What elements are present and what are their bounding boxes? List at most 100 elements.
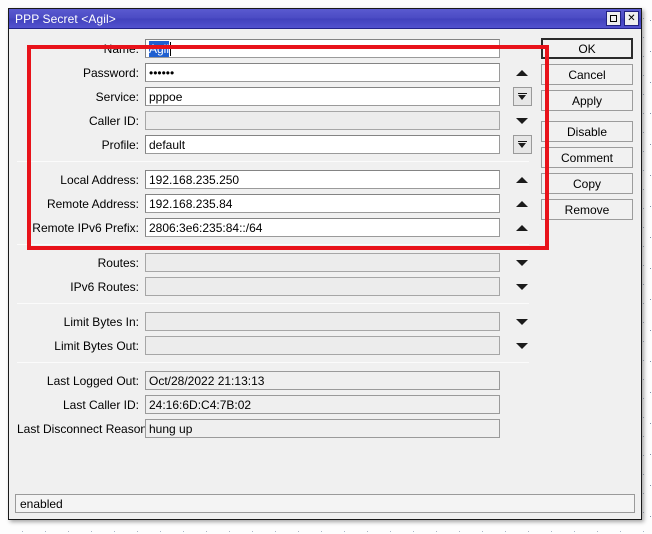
- remove-button[interactable]: Remove: [541, 199, 633, 220]
- field-last-caller-id-wrap: 24:16:6D:C4:7B:02: [145, 395, 500, 414]
- group-limits: Limit Bytes In: Limit Bytes Out:: [9, 311, 537, 356]
- service-dropdown-button[interactable]: [507, 87, 537, 106]
- desktop-background: PPP Secret <Agil> ✕ Name: Agil Password:…: [0, 0, 652, 534]
- row-service: Service: pppoe: [9, 86, 537, 107]
- label-local-address: Local Address:: [60, 172, 139, 187]
- local-address-expand-button[interactable]: [507, 170, 537, 189]
- label-service: Service:: [95, 89, 139, 104]
- cancel-button[interactable]: Cancel: [541, 64, 633, 85]
- field-ipv6-routes-wrap: [145, 277, 537, 296]
- label-remote-ipv6-prefix: Remote IPv6 Prefix:: [32, 220, 139, 235]
- status-bar: enabled: [15, 494, 635, 513]
- separator: [17, 161, 529, 162]
- last-logged-out-value: Oct/28/2022 21:13:13: [145, 371, 500, 390]
- row-limit-bytes-in: Limit Bytes In:: [9, 311, 537, 332]
- label-remote-address: Remote Address:: [46, 196, 139, 211]
- limit-bytes-in-collapse-button[interactable]: [507, 312, 537, 331]
- routes-input[interactable]: [145, 253, 500, 272]
- text-caret: [170, 41, 172, 56]
- status-text: enabled: [20, 496, 63, 511]
- separator: [17, 303, 529, 304]
- dialog-client-area: Name: Agil Password: •••••• Service: ppp…: [9, 29, 641, 519]
- remote-address-expand-button[interactable]: [507, 194, 537, 213]
- row-limit-bytes-out: Limit Bytes Out:: [9, 335, 537, 356]
- disable-button[interactable]: Disable: [541, 121, 633, 142]
- service-input[interactable]: pppoe: [145, 87, 500, 106]
- triangle-down-icon: [516, 318, 528, 325]
- label-profile: Profile:: [101, 137, 139, 152]
- group-routes: Routes: IPv6 Routes:: [9, 252, 537, 297]
- close-icon[interactable]: ✕: [624, 11, 639, 26]
- name-input[interactable]: Agil: [145, 39, 500, 58]
- combo-bar: [517, 92, 527, 95]
- last-caller-id-value: 24:16:6D:C4:7B:02: [145, 395, 500, 414]
- remote-address-input[interactable]: 192.168.235.84: [145, 194, 500, 213]
- ok-button[interactable]: OK: [541, 38, 633, 59]
- limit-bytes-in-input[interactable]: [145, 312, 500, 331]
- row-local-address: Local Address: 192.168.235.250: [9, 169, 537, 190]
- maximize-icon[interactable]: [606, 11, 621, 26]
- profile-input[interactable]: default: [145, 135, 500, 154]
- ppp-secret-dialog: PPP Secret <Agil> ✕ Name: Agil Password:…: [8, 8, 642, 520]
- row-profile: Profile: default: [9, 134, 537, 155]
- password-input[interactable]: ••••••: [145, 63, 500, 82]
- limit-bytes-out-collapse-button[interactable]: [507, 336, 537, 355]
- copy-button[interactable]: Copy: [541, 173, 633, 194]
- label-last-disconnect-reason: Last Disconnect Reason:: [17, 421, 151, 436]
- label-limit-bytes-in: Limit Bytes In:: [63, 314, 139, 329]
- ipv6-routes-collapse-button[interactable]: [507, 277, 537, 296]
- row-ipv6-routes: IPv6 Routes:: [9, 276, 537, 297]
- label-name: Name:: [103, 41, 139, 56]
- label-caller-id: Caller ID:: [88, 113, 139, 128]
- triangle-up-icon: [516, 200, 528, 207]
- remote-ipv6-prefix-input[interactable]: 2806:3e6:235:84::/64: [145, 218, 500, 237]
- triangle-up-icon: [516, 224, 528, 231]
- title-bar[interactable]: PPP Secret <Agil> ✕: [9, 9, 641, 29]
- field-last-logged-out-wrap: Oct/28/2022 21:13:13: [145, 371, 500, 390]
- routes-collapse-button[interactable]: [507, 253, 537, 272]
- field-password-wrap: ••••••: [145, 63, 537, 82]
- separator: [17, 244, 529, 245]
- field-last-disconnect-reason-wrap: hung up: [145, 419, 500, 438]
- caller-id-collapse-button[interactable]: [507, 111, 537, 130]
- field-limit-bytes-in-wrap: [145, 312, 537, 331]
- label-last-caller-id: Last Caller ID:: [62, 397, 139, 412]
- field-name-wrap: Agil: [145, 39, 537, 58]
- combo-triangle: [518, 143, 526, 149]
- limit-bytes-out-input[interactable]: [145, 336, 500, 355]
- remote-ipv6-prefix-expand-button[interactable]: [507, 218, 537, 237]
- action-button-column: OK Cancel Apply Disable Comment Copy Rem…: [541, 38, 633, 220]
- comment-button[interactable]: Comment: [541, 147, 633, 168]
- combo-triangle: [518, 95, 526, 101]
- row-remote-address: Remote Address: 192.168.235.84: [9, 193, 537, 214]
- label-ipv6-routes: IPv6 Routes:: [70, 279, 139, 294]
- triangle-down-icon: [516, 117, 528, 124]
- group-identity: Name: Agil Password: •••••• Service: ppp…: [9, 38, 537, 155]
- row-name: Name: Agil: [9, 38, 537, 59]
- apply-button[interactable]: Apply: [541, 90, 633, 111]
- label-last-logged-out: Last Logged Out:: [46, 373, 139, 388]
- ppp-secret-form: Name: Agil Password: •••••• Service: ppp…: [9, 29, 537, 442]
- maximize-glyph: [610, 15, 617, 22]
- ipv6-routes-input[interactable]: [145, 277, 500, 296]
- row-caller-id: Caller ID:: [9, 110, 537, 131]
- close-glyph: ✕: [627, 12, 636, 24]
- password-expand-button[interactable]: [507, 63, 537, 82]
- local-address-input[interactable]: 192.168.235.250: [145, 170, 500, 189]
- row-routes: Routes:: [9, 252, 537, 273]
- window-title: PPP Secret <Agil>: [15, 11, 116, 26]
- row-last-disconnect-reason: Last Disconnect Reason: hung up: [9, 418, 537, 439]
- field-caller-id-wrap: [145, 111, 537, 130]
- field-profile-wrap: default: [145, 135, 537, 154]
- field-remote-ipv6-prefix-wrap: 2806:3e6:235:84::/64: [145, 218, 537, 237]
- caller-id-input[interactable]: [145, 111, 500, 130]
- chevron-down-icon: [512, 87, 532, 106]
- name-input-value: Agil: [149, 40, 170, 57]
- last-disconnect-reason-value: hung up: [145, 419, 500, 438]
- field-limit-bytes-out-wrap: [145, 336, 537, 355]
- combo-bar: [517, 140, 527, 143]
- separator: [17, 362, 529, 363]
- name-widget-slot: [507, 39, 537, 58]
- profile-dropdown-button[interactable]: [507, 135, 537, 154]
- field-service-wrap: pppoe: [145, 87, 537, 106]
